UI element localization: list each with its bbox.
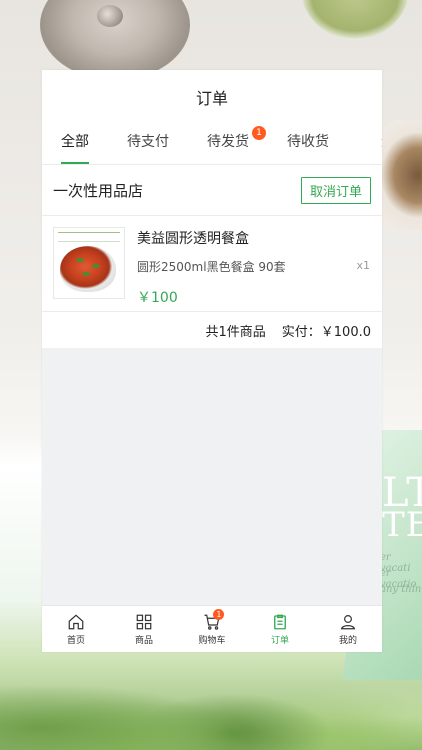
product-thumbnail [53,227,125,299]
item-info: 美益圆形透明餐盒 圆形2500ml黑色餐盒 90套 ￥100 x1 [137,216,382,311]
promo-small-text3: any thin [380,584,422,595]
app-screen: 订单 全部 待支付 待发货 1 待收货 退 一次性用品店 取消订单 [42,70,382,652]
order-item[interactable]: 美益圆形透明餐盒 圆形2500ml黑色餐盒 90套 ￥100 x1 [42,216,382,312]
cart-badge: 1 [213,609,225,620]
tab-refund[interactable]: 退 [348,124,382,164]
nav-profile[interactable]: 我的 [314,606,382,652]
tab-label: 待发货 [207,134,249,150]
paid-amount: 实付：￥100.0 [281,324,371,340]
home-icon [68,613,84,629]
clipboard-icon [274,614,286,629]
cancel-order-button[interactable]: 取消订单 [300,176,371,204]
item-spec: 圆形2500ml黑色餐盒 90套 [137,260,286,274]
nav-cart[interactable]: 购物车 1 [178,606,246,652]
tab-label: 待支付 [127,134,169,150]
nav-label: 首页 [66,635,85,646]
tab-pending-payment[interactable]: 待支付 [108,124,188,164]
order-status-tabs: 全部 待支付 待发货 1 待收货 退 [42,124,382,165]
screenshot-page: LTH TEA er vacati er vacatio any thin 订单… [0,0,422,750]
tea-leaves-decoration [0,640,422,750]
tab-pending-receipt[interactable]: 待收货 [268,124,348,164]
food-container-image [60,246,116,292]
nav-home[interactable]: 首页 [42,606,110,652]
user-icon [340,614,356,629]
page-header: 订单 [42,70,382,124]
item-price: ￥100 [137,290,178,306]
tab-label: 退 [381,134,382,150]
tab-label: 全部 [61,134,89,150]
order-shop-row: 一次性用品店 取消订单 [42,165,382,216]
page-title: 订单 [195,89,228,108]
nav-label: 购物车 [198,635,226,646]
garnish-decoration [82,272,90,276]
garnish-decoration [92,264,100,268]
grid-icon [136,614,152,629]
nav-orders[interactable]: 订单 [246,606,314,652]
nav-label: 我的 [338,635,357,646]
nav-label: 订单 [270,635,289,646]
tab-badge: 1 [252,126,266,140]
bottom-nav: 首页 商品 购物车 1 订单 我的 [42,605,382,652]
item-title: 美益圆形透明餐盒 [137,231,249,247]
teapot-knob-decoration [97,5,123,27]
tab-pending-shipment[interactable]: 待发货 1 [188,124,268,164]
tab-label: 待收货 [287,134,329,150]
nav-label: 商品 [134,635,153,646]
promo-text-line2: TEA [382,505,422,545]
tab-all[interactable]: 全部 [42,124,108,164]
thumbnail-banner [58,232,120,242]
matcha-bowl-decoration [300,0,410,40]
item-quantity: x1 [356,259,370,272]
garnish-decoration [76,258,84,262]
order-summary: 共1件商品 实付：￥100.0 [42,312,382,348]
shop-name: 一次性用品店 [53,181,144,200]
nav-products[interactable]: 商品 [110,606,178,652]
item-count: 共1件商品 [205,324,266,340]
